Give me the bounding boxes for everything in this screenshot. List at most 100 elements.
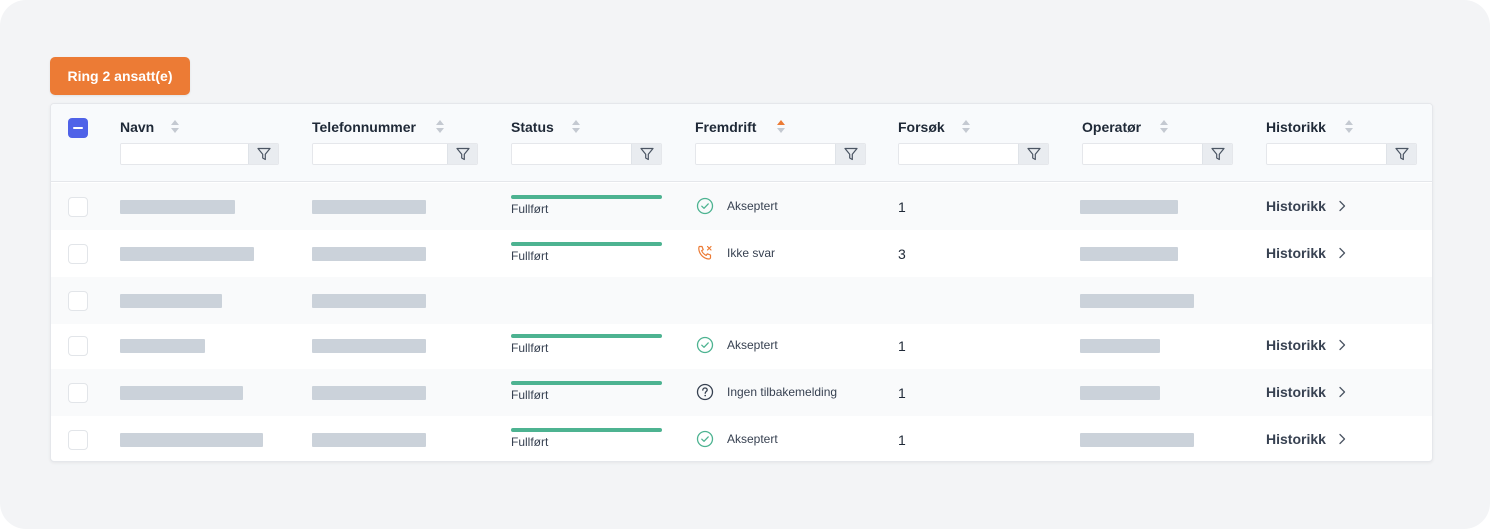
row-checkbox[interactable]	[68, 197, 88, 217]
ring-employees-button[interactable]: Ring 2 ansatt(e)	[50, 57, 190, 95]
sort-icon[interactable]	[171, 120, 179, 133]
table-row: Fullført Ingen tilbakemelding 1 Historik…	[51, 369, 1432, 416]
filter-status	[511, 143, 662, 165]
phone-placeholder	[312, 247, 426, 261]
phone-missed-icon	[698, 245, 712, 260]
column-header-navn[interactable]: Navn	[120, 118, 154, 136]
operator-placeholder	[1080, 294, 1194, 308]
column-header-fremdrift[interactable]: Fremdrift	[695, 118, 756, 136]
filter-input-status[interactable]	[512, 144, 631, 164]
phone-placeholder	[312, 200, 426, 214]
name-placeholder	[120, 247, 254, 261]
attempts-count: 1	[898, 385, 906, 401]
operator-placeholder	[1080, 386, 1160, 400]
chevron-right-icon	[1339, 433, 1346, 445]
filter-icon[interactable]	[447, 144, 477, 164]
table-row: Fullført Akseptert 1 Historikk	[51, 183, 1432, 230]
status-progress-bar	[511, 242, 662, 246]
operator-placeholder	[1080, 433, 1194, 447]
column-header-operator[interactable]: Operatør	[1082, 118, 1141, 136]
sort-icon[interactable]	[962, 120, 970, 133]
filter-input-fremdrift[interactable]	[696, 144, 835, 164]
sort-icon[interactable]	[572, 120, 580, 133]
operator-placeholder	[1080, 200, 1178, 214]
sort-icon[interactable]	[1345, 120, 1353, 133]
filter-fremdrift	[695, 143, 866, 165]
history-link[interactable]: Historikk	[1266, 245, 1346, 261]
phone-placeholder	[312, 386, 426, 400]
filter-icon[interactable]	[1018, 144, 1048, 164]
filter-telefonnummer	[312, 143, 478, 165]
name-placeholder	[120, 339, 205, 353]
status-progress-bar	[511, 381, 662, 385]
table-row: Fullført Akseptert 1 Historikk	[51, 322, 1432, 369]
attempts-count: 1	[898, 432, 906, 448]
operator-placeholder	[1080, 339, 1160, 353]
phone-placeholder	[312, 339, 426, 353]
phone-placeholder	[312, 294, 426, 308]
column-header-status[interactable]: Status	[511, 118, 554, 136]
filter-input-forsok[interactable]	[899, 144, 1018, 164]
filter-icon[interactable]	[1386, 144, 1416, 164]
filter-icon[interactable]	[248, 144, 278, 164]
table-row	[51, 277, 1432, 324]
attempts-count: 1	[898, 338, 906, 354]
name-placeholder	[120, 433, 263, 447]
progress-text: Akseptert	[727, 432, 778, 446]
operator-placeholder	[1080, 247, 1178, 261]
phone-placeholder	[312, 433, 426, 447]
sort-ascending-icon[interactable]	[777, 120, 785, 133]
filter-icon[interactable]	[631, 144, 661, 164]
column-header-historikk[interactable]: Historikk	[1266, 118, 1326, 136]
status-progress-bar	[511, 428, 662, 432]
status-progress-bar	[511, 334, 662, 338]
status-text: Fullført	[511, 341, 549, 355]
filter-navn	[120, 143, 279, 165]
row-checkbox[interactable]	[68, 244, 88, 264]
row-checkbox[interactable]	[68, 430, 88, 450]
status-progress-bar	[511, 195, 662, 199]
filter-forsok	[898, 143, 1049, 165]
row-checkbox[interactable]	[68, 336, 88, 356]
column-header-forsok[interactable]: Forsøk	[898, 118, 945, 136]
table-row: Fullført Akseptert 1 Historikk	[51, 416, 1432, 461]
select-all-checkbox[interactable]	[68, 118, 88, 138]
row-checkbox[interactable]	[68, 383, 88, 403]
sort-icon[interactable]	[436, 120, 444, 133]
progress-text: Akseptert	[727, 199, 778, 213]
sort-icon[interactable]	[1160, 120, 1168, 133]
chevron-right-icon	[1339, 386, 1346, 398]
filter-operator	[1082, 143, 1233, 165]
filter-input-historikk[interactable]	[1267, 144, 1386, 164]
status-text: Fullført	[511, 249, 549, 263]
history-link[interactable]: Historikk	[1266, 198, 1346, 214]
filter-icon[interactable]	[835, 144, 865, 164]
attempts-count: 1	[898, 199, 906, 215]
question-circle-icon	[696, 383, 714, 401]
name-placeholder	[120, 200, 235, 214]
filter-icon[interactable]	[1202, 144, 1232, 164]
filter-input-navn[interactable]	[121, 144, 248, 164]
check-circle-icon	[696, 197, 714, 215]
status-text: Fullført	[511, 435, 549, 449]
history-link[interactable]: Historikk	[1266, 384, 1346, 400]
page-background: Ring 2 ansatt(e) Navn Telefonnummer Stat…	[0, 0, 1490, 529]
attempts-count: 3	[898, 246, 906, 262]
name-placeholder	[120, 386, 243, 400]
table-header: Navn Telefonnummer Status Fremdrift Fors…	[51, 104, 1432, 182]
filter-input-operator[interactable]	[1083, 144, 1202, 164]
row-checkbox[interactable]	[68, 291, 88, 311]
history-link[interactable]: Historikk	[1266, 431, 1346, 447]
filter-historikk	[1266, 143, 1417, 165]
column-header-telefonnummer[interactable]: Telefonnummer	[312, 118, 416, 136]
name-placeholder	[120, 294, 222, 308]
history-link[interactable]: Historikk	[1266, 337, 1346, 353]
filter-input-telefonnummer[interactable]	[313, 144, 447, 164]
check-circle-icon	[696, 430, 714, 448]
check-circle-icon	[696, 336, 714, 354]
status-text: Fullført	[511, 202, 549, 216]
status-text: Fullført	[511, 388, 549, 402]
employees-table: Navn Telefonnummer Status Fremdrift Fors…	[50, 103, 1433, 462]
chevron-right-icon	[1339, 200, 1346, 212]
progress-text: Ingen tilbakemelding	[727, 385, 838, 399]
